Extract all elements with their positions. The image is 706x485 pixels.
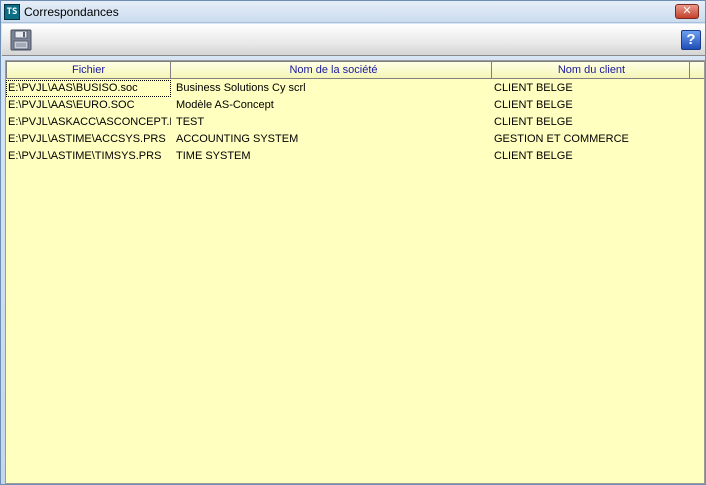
correspondances-window: TS Correspondances ✕ ? Fichier Nom de la…: [0, 0, 706, 485]
app-logo-icon: TS: [4, 4, 20, 20]
help-icon: ?: [686, 31, 696, 48]
cell-fichier[interactable]: E:\PVJL\ASKACC\ASCONCEPT.KA: [6, 114, 171, 131]
toolbar: ?: [2, 24, 705, 56]
column-header-fichier[interactable]: Fichier: [6, 61, 171, 79]
table-header: Fichier Nom de la société Nom du client: [6, 61, 704, 79]
table-row[interactable]: E:\PVJL\AAS\EURO.SOC Modèle AS-Concept C…: [6, 97, 704, 114]
table-row[interactable]: E:\PVJL\ASTIME\ACCSYS.PRS ACCOUNTING SYS…: [6, 131, 704, 148]
cell-client[interactable]: CLIENT BELGE: [492, 114, 690, 131]
table-row[interactable]: E:\PVJL\ASKACC\ASCONCEPT.KA TEST CLIENT …: [6, 114, 704, 131]
cell-societe[interactable]: TEST: [171, 114, 492, 131]
cell-societe[interactable]: Business Solutions Cy scrl: [171, 80, 492, 97]
save-button[interactable]: [10, 29, 32, 51]
title-bar[interactable]: TS Correspondances ✕: [1, 1, 705, 23]
cell-client[interactable]: CLIENT BELGE: [492, 148, 690, 165]
cell-client[interactable]: CLIENT BELGE: [492, 97, 690, 114]
column-header-nom-client[interactable]: Nom du client: [492, 61, 690, 79]
cell-societe[interactable]: ACCOUNTING SYSTEM: [171, 131, 492, 148]
cell-fichier[interactable]: E:\PVJL\ASTIME\ACCSYS.PRS: [6, 131, 171, 148]
cell-client[interactable]: CLIENT BELGE: [492, 80, 690, 97]
help-button[interactable]: ?: [681, 30, 701, 50]
table-row[interactable]: E:\PVJL\AAS\BUSISO.soc Business Solution…: [6, 80, 704, 97]
cell-client[interactable]: GESTION ET COMMERCE: [492, 131, 690, 148]
window-title: Correspondances: [24, 5, 119, 19]
floppy-disk-icon: [10, 29, 32, 51]
cell-fichier[interactable]: E:\PVJL\ASTIME\TIMSYS.PRS: [6, 148, 171, 165]
cell-fichier[interactable]: E:\PVJL\AAS\EURO.SOC: [6, 97, 171, 114]
cell-societe[interactable]: TIME SYSTEM: [171, 148, 492, 165]
close-button[interactable]: ✕: [675, 4, 699, 19]
column-header-spacer: [690, 61, 704, 79]
cell-societe[interactable]: Modèle AS-Concept: [171, 97, 492, 114]
correspondances-table[interactable]: Fichier Nom de la société Nom du client …: [5, 60, 705, 484]
table-row[interactable]: E:\PVJL\ASTIME\TIMSYS.PRS TIME SYSTEM CL…: [6, 148, 704, 165]
column-header-nom-societe[interactable]: Nom de la société: [171, 61, 492, 79]
cell-fichier[interactable]: E:\PVJL\AAS\BUSISO.soc: [6, 80, 171, 97]
